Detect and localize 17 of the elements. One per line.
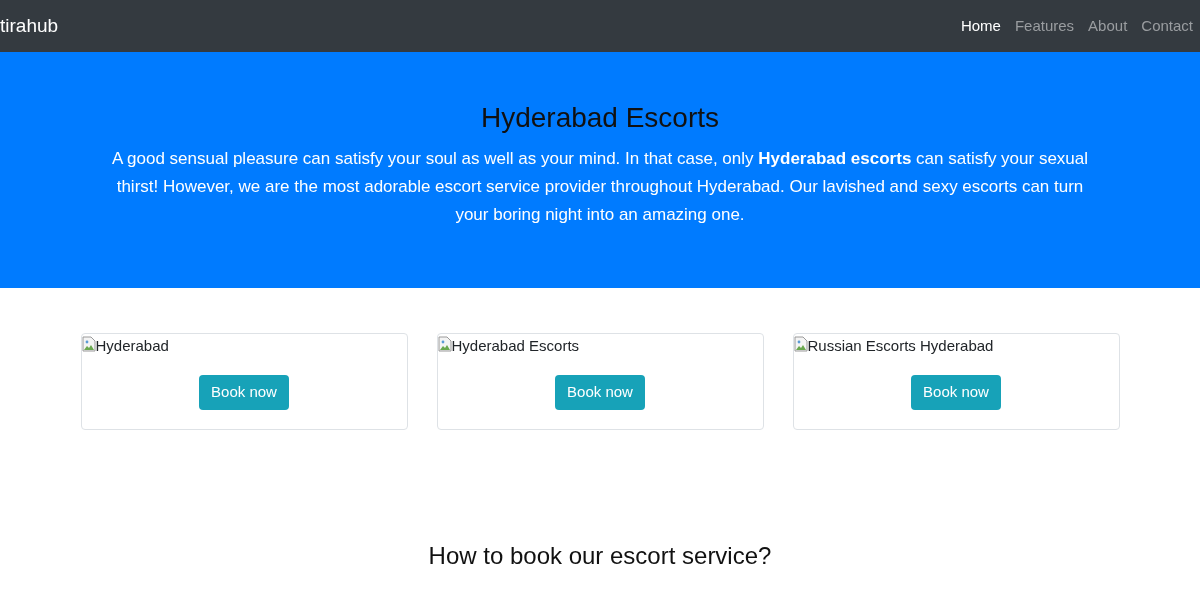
image-alt-text: Russian Escorts Hyderabad	[807, 336, 994, 356]
nav-link[interactable]: About	[1081, 14, 1135, 38]
nav-link[interactable]: Home	[953, 14, 1008, 38]
book-now-button[interactable]: Book now	[555, 375, 645, 410]
broken-image-icon	[81, 336, 96, 352]
broken-image-icon	[437, 336, 452, 352]
nav-link[interactable]: Features	[1007, 14, 1082, 38]
nav-link[interactable]: Contact	[1134, 14, 1200, 38]
hero-title: Hyderabad Escorts	[480, 101, 720, 135]
book-now-button[interactable]: Book now	[911, 375, 1001, 410]
broken-image-icon	[793, 336, 808, 352]
image-alt-text: Hyderabad	[95, 336, 169, 356]
book-now-button[interactable]: Book now	[199, 375, 289, 410]
image-alt-text: Hyderabad Escorts	[451, 336, 580, 356]
hero-text: A good sensual pleasure can satisfy your soul as well as your mind. In that case, only Hyderabad escorts can satisfy your sexual thirst! However, we are the most adorable escort service provider throughout Hyderabad. Our lavished and sexy escorts can turn your boring night into an amazing one.	[110, 148, 1090, 226]
section-heading: How to book our escort service?	[427, 542, 773, 570]
brand-link[interactable]: tirahub	[0, 12, 59, 40]
